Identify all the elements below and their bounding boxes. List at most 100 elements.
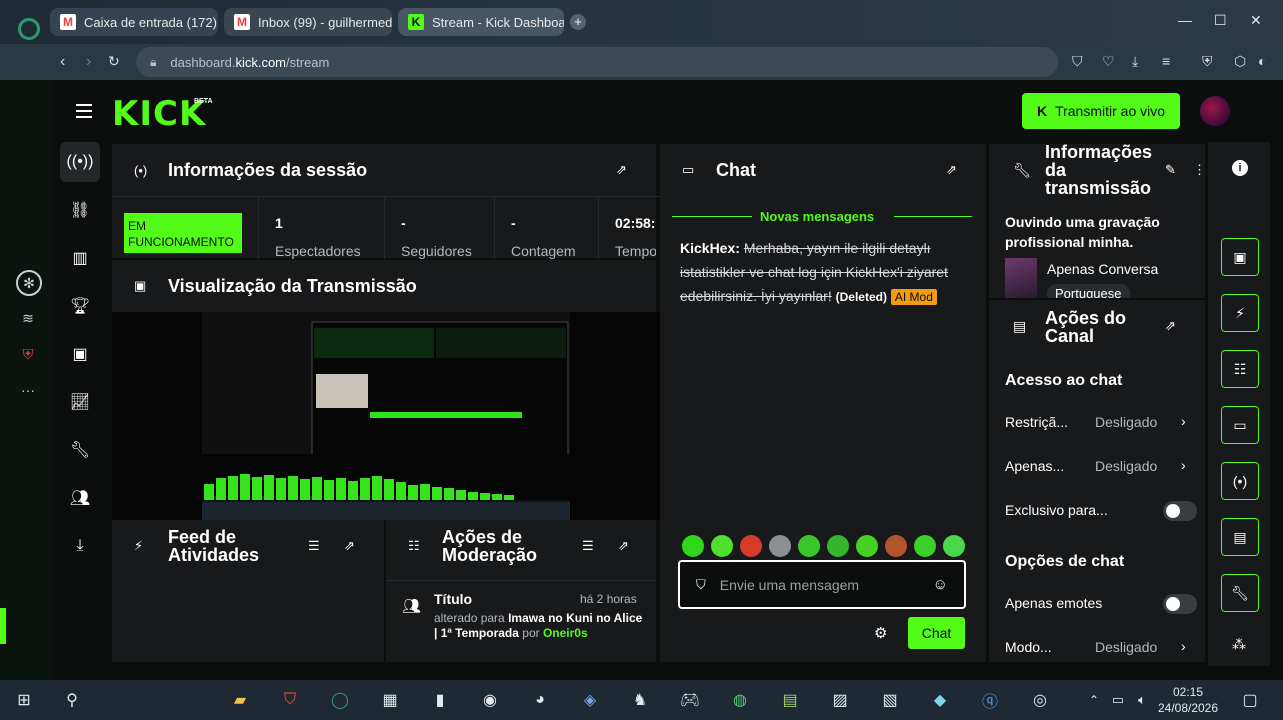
emote-icon[interactable] [885,535,907,557]
broadcast-icon[interactable]: ((•)) [60,142,100,182]
app-icon[interactable]: ◈ [578,688,602,712]
emote-icon[interactable] [711,535,733,557]
search-icon[interactable]: ⚲ [60,688,84,712]
emote-icon[interactable] [914,535,936,557]
app-icon[interactable]: ▨ [828,688,852,712]
gear-icon[interactable]: ⚙︎ [874,624,887,642]
tab-gmail-1[interactable]: M Caixa de entrada (172) ✕ [50,8,218,36]
emote-icon[interactable] [769,535,791,557]
menu-icon[interactable] [76,104,92,118]
minimize-icon[interactable]: — [1178,12,1192,28]
forward-icon[interactable]: › [86,53,91,71]
trophy-icon[interactable]: 🏆︎ [60,286,100,326]
network-icon[interactable]: ▭ [1106,688,1130,712]
clock[interactable]: 02:15 24/08/2026 [1154,684,1222,716]
broadcast-widget-icon[interactable]: (•) [1221,462,1259,500]
back-icon[interactable]: ‹ [60,53,65,71]
app-icon[interactable]: ◍ [728,688,752,712]
filter-icon[interactable]: ☰ [308,538,320,554]
reload-icon[interactable]: ↻ [108,53,120,70]
video-icon[interactable]: ▣ [60,334,100,374]
apps-icon[interactable]: ⁂ [1232,636,1246,653]
kick-logo[interactable]: KICK [112,94,206,134]
filter-icon[interactable]: ☰ [582,538,594,554]
chat-input-box[interactable]: ⛉ ☺ [678,560,966,609]
link-icon[interactable]: ⛓ [60,190,100,230]
users-settings-icon[interactable]: 👥︎ [60,478,100,518]
avatar[interactable] [1200,96,1230,126]
url-field[interactable]: 🔒︎ dashboard. kick.com/stream [136,47,1058,77]
new-tab-button[interactable]: + [570,14,586,30]
download-icon[interactable]: ⤓ [60,526,100,566]
popout-icon[interactable]: ⇗ [1165,318,1176,334]
audio-icon[interactable]: ▮ [428,688,452,712]
channel-widget-icon[interactable]: ▤ [1221,518,1259,556]
emote-icon[interactable] [856,535,878,557]
heart-icon[interactable]: ♡ [1102,53,1115,70]
lightning-widget-icon[interactable]: ⚡︎ [1221,294,1259,332]
app-icon[interactable]: ◉ [478,688,502,712]
tab-gmail-2[interactable]: M Inbox (99) - guilhermed [224,8,392,36]
info-icon[interactable]: i [1232,160,1248,176]
exclusive-toggle[interactable] [1163,501,1197,521]
analytics-icon[interactable]: ▥ [60,238,100,278]
only-setting[interactable]: Apenas... Desligado › [1005,457,1189,478]
chat-username[interactable]: KickHex: [680,240,740,256]
cube-icon[interactable]: ⬡ [1234,53,1246,70]
emote-icon[interactable] [798,535,820,557]
app-icon[interactable]: ▧ [878,688,902,712]
volume-icon[interactable]: 🔈︎ [1130,688,1154,712]
sidebar-icon[interactable]: ◐ [1258,53,1266,69]
close-window-icon[interactable]: ✕ [1250,12,1262,29]
entry-user[interactable]: Oneir0s [543,626,588,640]
settings-sliders-icon[interactable]: ≡ [1162,53,1170,69]
chat-send-button[interactable]: Chat [908,617,965,649]
brave-icon[interactable]: ⛉ [278,688,302,712]
emote-icon[interactable] [740,535,762,557]
popout-icon[interactable]: ⇗ [616,162,627,178]
emote-icon[interactable] [943,535,965,557]
app-icon[interactable]: ◎ [1028,688,1052,712]
maximize-icon[interactable]: ☐ [1214,12,1227,29]
shield-icon[interactable]: ⛉ [1072,53,1083,70]
popout-icon[interactable]: ⇗ [344,538,355,554]
stream-preview-video[interactable] [112,312,660,520]
shield-icon[interactable]: ⛉ [696,577,706,593]
windows-start-icon[interactable]: ⊞ [12,688,36,712]
popout-icon[interactable]: ⇗ [618,538,629,554]
site-info-icon[interactable]: 🔒︎ [150,55,156,70]
close-tab-icon[interactable]: ✕ [217,15,218,29]
emote-icon[interactable] [827,535,849,557]
browser-logo-icon[interactable] [18,18,40,40]
chevron-up-icon[interactable]: ⌃ [1082,688,1106,712]
obs-icon[interactable]: ◕ [528,688,552,712]
wrench-widget-icon[interactable]: 🔧︎ [1221,574,1259,612]
app-icon[interactable]: ♞ [628,688,652,712]
file-explorer-icon[interactable]: ▰ [228,688,252,712]
qbittorrent-icon[interactable]: ⓠ [978,688,1002,712]
ublock-icon[interactable]: ⛨ [1202,53,1213,70]
tab-kick-dashboard[interactable]: K Stream - Kick Dashboar ✕ [398,8,564,36]
restriction-setting[interactable]: Restriçã... Desligado › [1005,413,1189,434]
app-icon[interactable]: ▤ [778,688,802,712]
aperture-icon[interactable]: ✻ [16,270,42,296]
chart-icon[interactable]: 📈︎ [60,382,100,422]
layers-icon[interactable]: ≋ [16,306,40,330]
emotes-only-toggle[interactable] [1163,594,1197,614]
mode-setting[interactable]: Modo... Desligado › [1005,638,1189,659]
ublock-icon[interactable]: ⛨ [16,342,40,366]
category-name[interactable]: Apenas Conversa [1047,261,1158,277]
list-widget-icon[interactable]: ☷ [1221,350,1259,388]
chat-widget-icon[interactable]: ▭ [1221,406,1259,444]
app-icon[interactable]: ◆ [928,688,952,712]
controller-icon[interactable]: 🎮︎ [678,688,702,712]
notifications-icon[interactable]: ▢ [1238,688,1262,712]
browser-icon[interactable]: ◯ [328,688,352,712]
edit-icon[interactable]: ✎ [1165,162,1176,178]
more-icon[interactable]: ··· [16,378,40,402]
chat-message-input[interactable] [719,576,920,593]
video-widget-icon[interactable]: ▣ [1221,238,1259,276]
more-icon[interactable]: ⋮ [1193,162,1205,178]
download-icon[interactable]: ⤓ [1132,53,1138,70]
store-icon[interactable]: ▦ [378,688,402,712]
